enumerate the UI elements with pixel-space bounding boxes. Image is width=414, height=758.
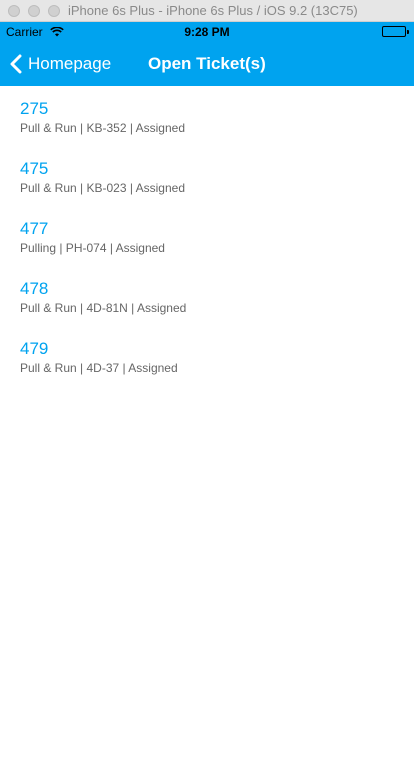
ticket-detail: Pull & Run | 4D-37 | Assigned — [20, 361, 178, 375]
zoom-window-button[interactable] — [48, 5, 60, 17]
ticket-list-item[interactable]: 475 Pull & Run | KB-023 | Assigned — [0, 146, 414, 206]
page-title: Open Ticket(s) — [148, 54, 266, 73]
ticket-list-item[interactable]: 479 Pull & Run | 4D-37 | Assigned — [0, 326, 414, 386]
back-button-label: Homepage — [28, 54, 112, 73]
status-time: 9:28 PM — [184, 25, 230, 39]
ticket-detail: Pulling | PH-074 | Assigned — [20, 241, 165, 255]
ticket-detail: Pull & Run | 4D-81N | Assigned — [20, 301, 187, 315]
ticket-id: 275 — [20, 99, 49, 118]
ticket-list-item[interactable]: 275 Pull & Run | KB-352 | Assigned — [0, 86, 414, 146]
simulator-titlebar: iPhone 6s Plus - iPhone 6s Plus / iOS 9.… — [0, 0, 414, 22]
close-window-button[interactable] — [8, 5, 20, 17]
ticket-id: 478 — [20, 279, 49, 298]
chevron-left-icon — [10, 54, 22, 74]
ticket-list-item[interactable]: 478 Pull & Run | 4D-81N | Assigned — [0, 266, 414, 326]
ticket-list-item[interactable]: 477 Pulling | PH-074 | Assigned — [0, 206, 414, 266]
navigation-bar: Homepage Open Ticket(s) — [0, 42, 414, 86]
ticket-id: 479 — [20, 339, 49, 358]
ticket-detail: Pull & Run | KB-352 | Assigned — [20, 121, 185, 135]
ticket-detail: Pull & Run | KB-023 | Assigned — [20, 181, 185, 195]
status-bar: Carrier 9:28 PM — [0, 22, 414, 42]
simulator-title: iPhone 6s Plus - iPhone 6s Plus / iOS 9.… — [68, 3, 358, 18]
battery-icon — [382, 26, 409, 37]
ticket-id: 475 — [20, 159, 49, 178]
ticket-id: 477 — [20, 219, 49, 238]
app-header: Carrier 9:28 PM Homepage Open Ticket(s) — [0, 22, 414, 86]
ticket-list: 275 Pull & Run | KB-352 | Assigned 475 P… — [0, 86, 414, 386]
back-button[interactable]: Homepage — [10, 50, 111, 78]
minimize-window-button[interactable] — [28, 5, 40, 17]
